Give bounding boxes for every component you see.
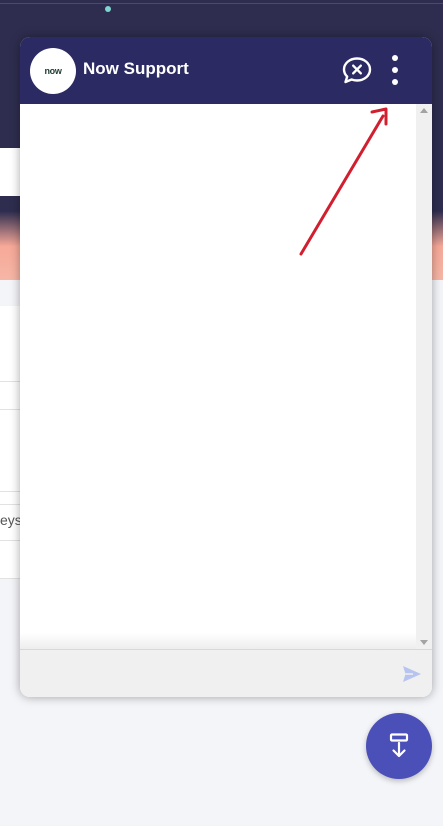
status-dot: [105, 6, 111, 12]
chat-composer: [20, 649, 432, 697]
scroll-down-icon[interactable]: [420, 640, 428, 645]
vertical-dots-icon[interactable]: [387, 53, 403, 87]
chat-close-icon[interactable]: [342, 56, 372, 84]
send-icon[interactable]: [402, 665, 422, 683]
minimize-chat-button[interactable]: [366, 713, 432, 779]
chat-title: Now Support: [83, 59, 189, 78]
scroll-up-icon[interactable]: [420, 108, 428, 113]
chat-widget: now Now Support: [20, 37, 432, 697]
messages-scrollbar[interactable]: [416, 104, 432, 649]
background-header-divider: [0, 3, 443, 4]
minimize-chat-icon: [389, 733, 409, 758]
chat-messages: [20, 104, 416, 649]
chat-header: now Now Support: [20, 37, 432, 104]
background-card-text: eys: [0, 512, 22, 528]
messages-fade: [20, 633, 416, 649]
message-input[interactable]: [30, 658, 394, 690]
logo-text: now: [44, 66, 62, 76]
page: eys now Now Support: [0, 0, 443, 826]
now-logo: now: [30, 48, 76, 94]
